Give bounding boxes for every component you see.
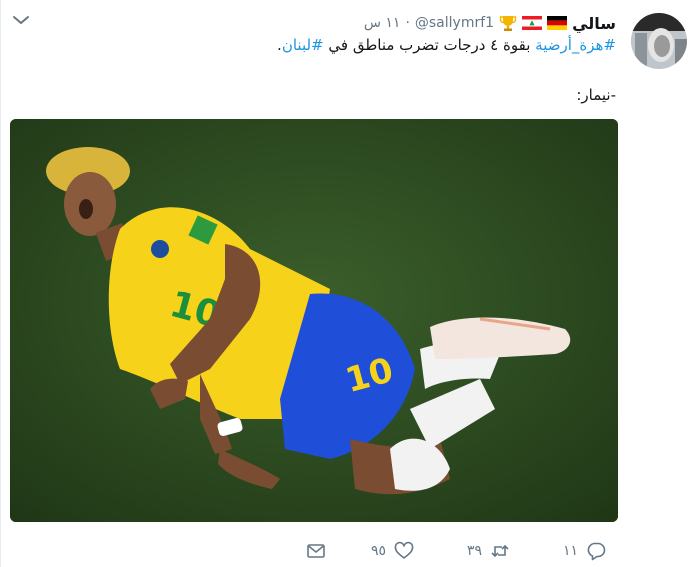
- user-handle[interactable]: @sallymrf1: [415, 15, 494, 31]
- like-icon: [394, 541, 414, 559]
- message-icon: [307, 544, 325, 558]
- tweet-card[interactable]: سالي @sallymrf1 · ١١ س #هزة_أرضية بقوة ٤…: [0, 0, 696, 567]
- separator-dot: ·: [405, 15, 410, 31]
- tweet-text-middle: بقوة ٤ درجات تضرب مناطق في: [323, 36, 536, 54]
- chevron-down-icon[interactable]: [11, 10, 31, 30]
- tweet-actions: ٩٥ ٣٩ ١١: [1, 538, 696, 564]
- tweet-header: سالي @sallymrf1 · ١١ س: [364, 12, 616, 34]
- tweet-photo[interactable]: 10 10: [10, 119, 618, 522]
- retweet-count: ٣٩: [467, 543, 483, 559]
- like-count: ٩٥: [371, 543, 387, 559]
- lebanon-flag-icon: [522, 16, 543, 30]
- display-name[interactable]: سالي: [572, 14, 616, 33]
- tweet-text-line1: #هزة_أرضية بقوة ٤ درجات تضرب مناطق في #ل…: [277, 36, 616, 54]
- timestamp[interactable]: ١١ س: [364, 15, 401, 31]
- like-button[interactable]: ٩٥: [371, 538, 414, 564]
- reply-button[interactable]: ١١: [563, 538, 606, 564]
- retweet-button[interactable]: ٣٩: [467, 538, 510, 564]
- tweet-text-line2: -نيمار:: [576, 86, 616, 104]
- reply-count: ١١: [563, 543, 579, 559]
- hashtag-lebanon[interactable]: #لبنان: [282, 36, 324, 54]
- trophy-icon: [499, 16, 517, 31]
- hashtag-earthquake[interactable]: #هزة_أرضية: [535, 36, 616, 54]
- germany-flag-icon: [547, 16, 568, 30]
- avatar[interactable]: [631, 13, 687, 69]
- retweet-icon: [491, 544, 509, 558]
- message-button[interactable]: [306, 538, 326, 564]
- reply-icon: [587, 542, 606, 561]
